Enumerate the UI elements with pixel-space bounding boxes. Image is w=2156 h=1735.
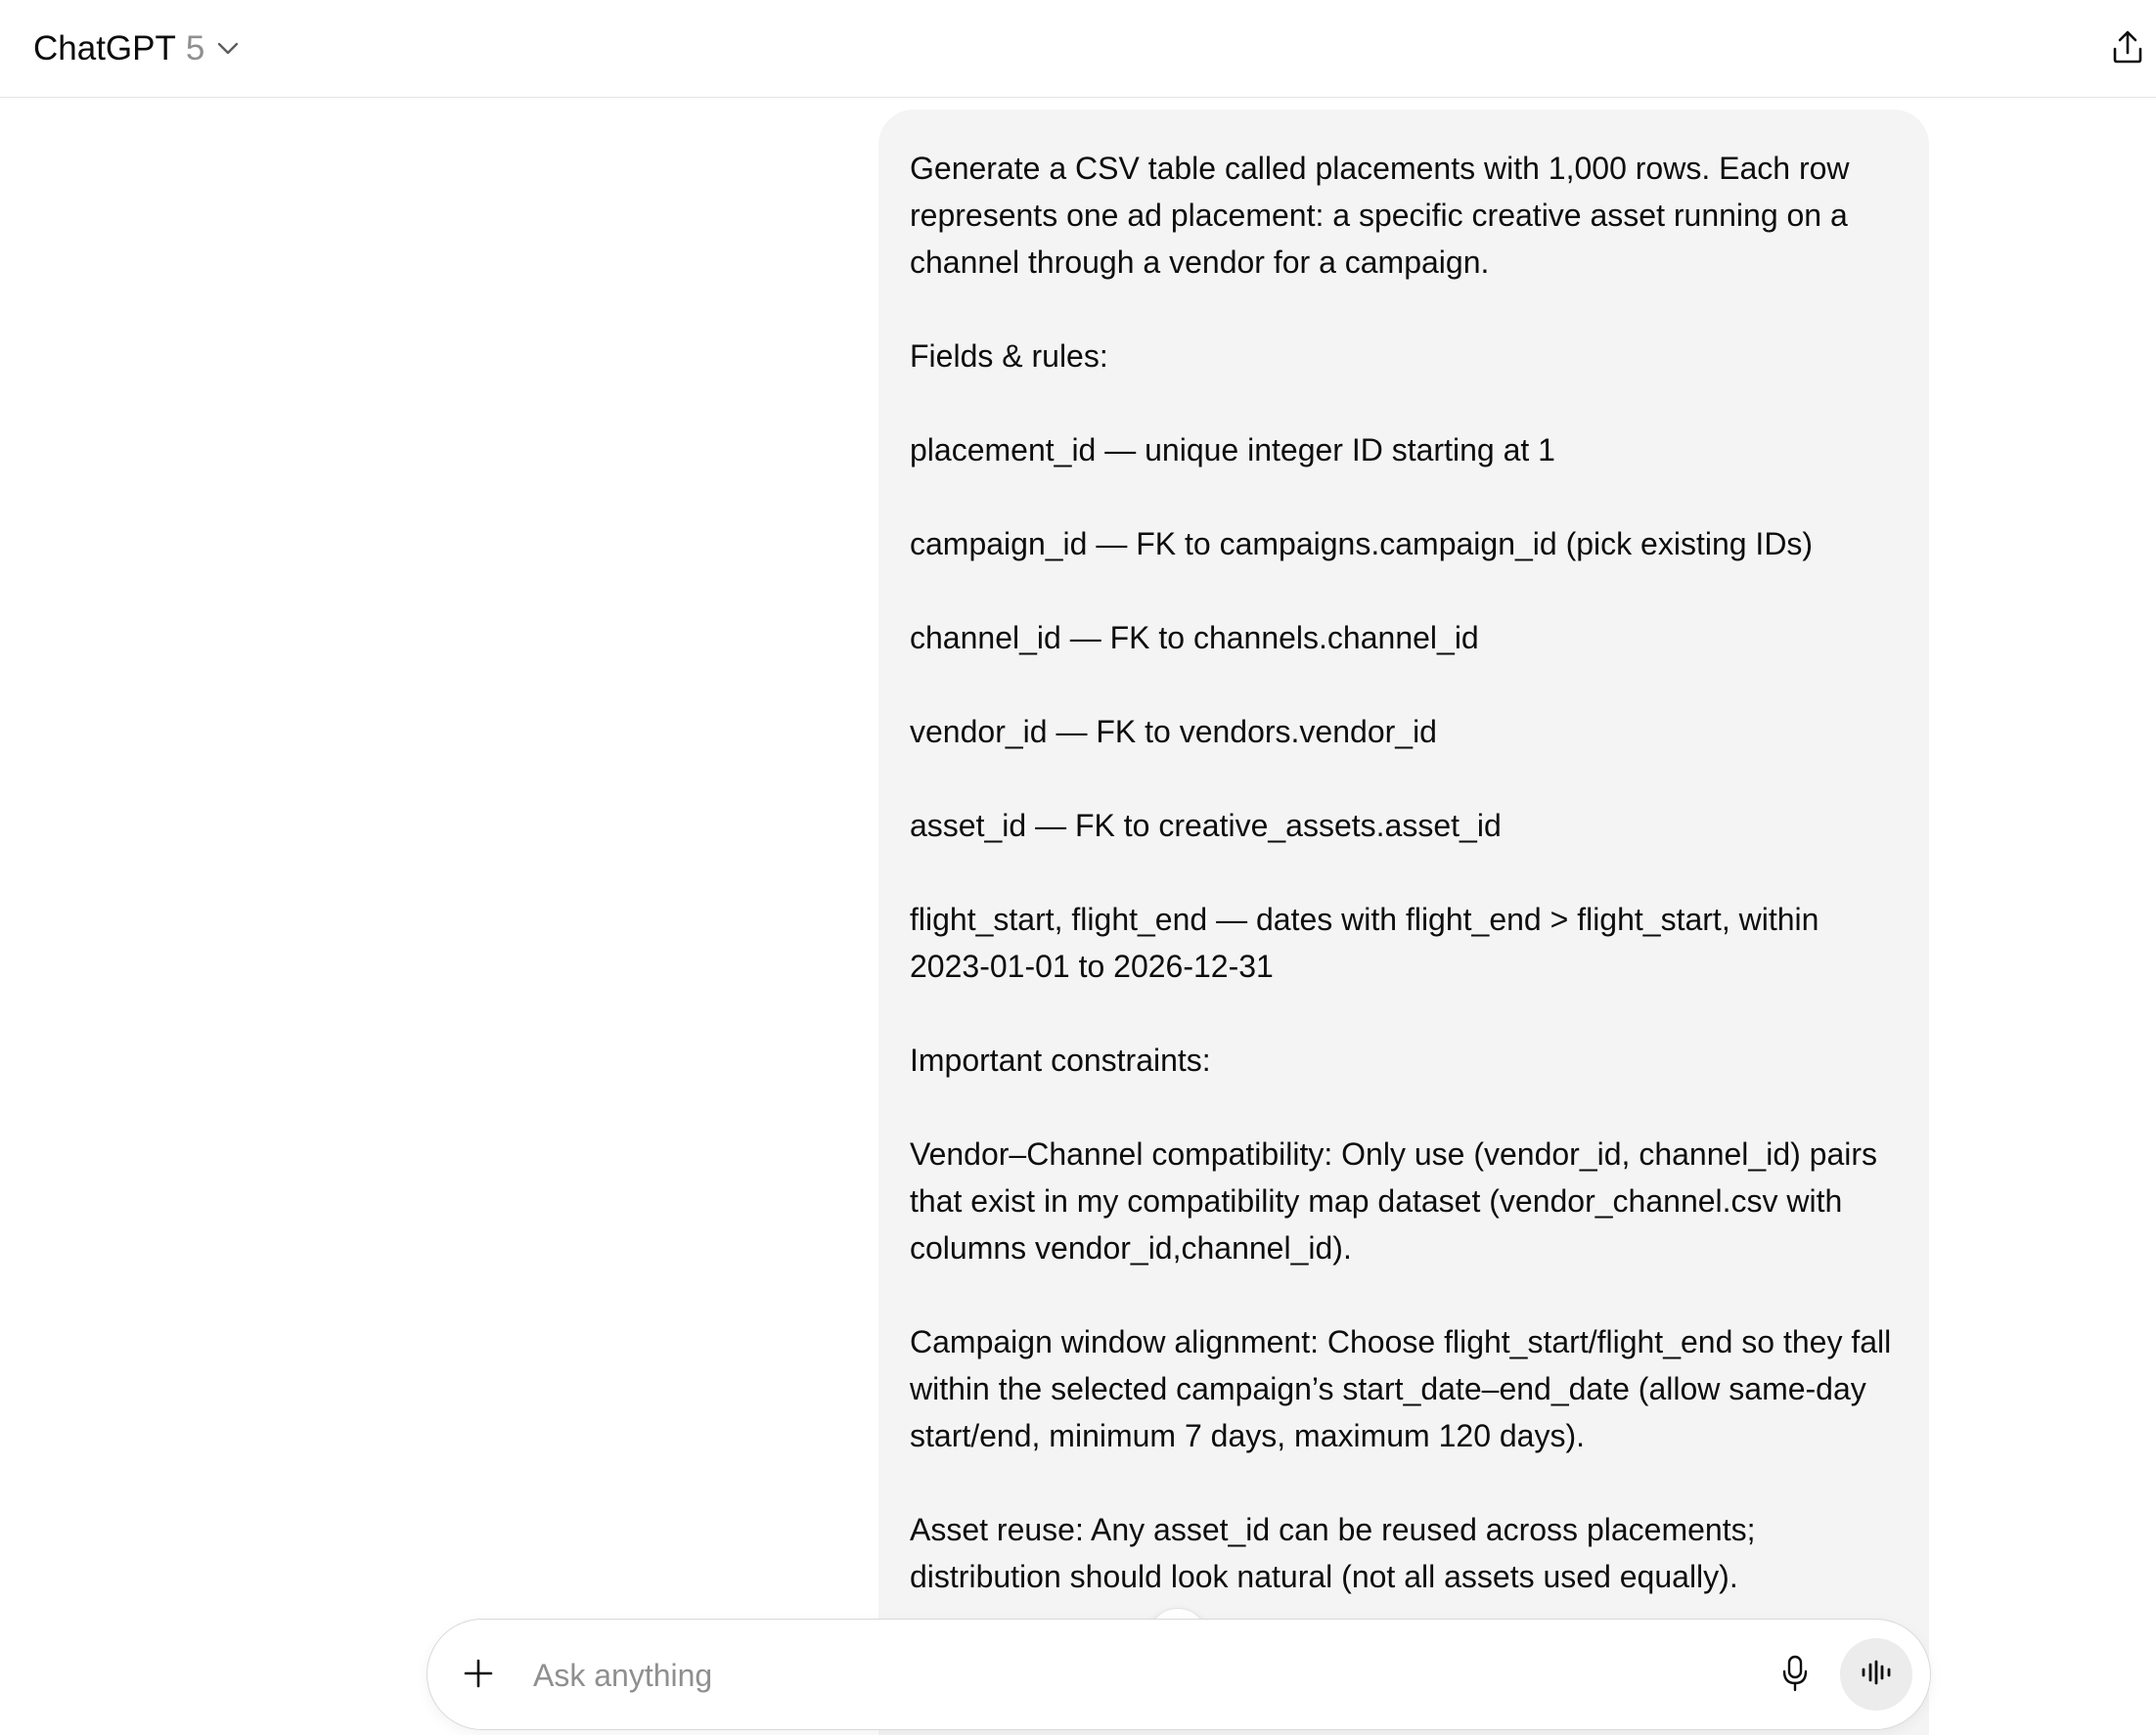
- conversation-thread: Generate a CSV table called placements w…: [0, 98, 2156, 1735]
- model-switcher-button[interactable]: ChatGPT 5: [22, 22, 253, 76]
- message-paragraph: placement_id — unique integer ID startin…: [910, 432, 1555, 467]
- plus-icon: [463, 1658, 494, 1694]
- user-message-bubble: Generate a CSV table called placements w…: [878, 110, 1929, 1735]
- message-paragraph: vendor_id — FK to vendors.vendor_id: [910, 714, 1437, 749]
- message-paragraph: asset_id — FK to creative_assets.asset_i…: [910, 808, 1502, 843]
- chevron-down-icon: [214, 35, 242, 63]
- composer: [427, 1619, 1931, 1730]
- microphone-icon: [1782, 1655, 1808, 1697]
- voice-waveform-icon: [1861, 1660, 1892, 1690]
- prompt-input[interactable]: [531, 1647, 1689, 1704]
- message-paragraph: Important constraints:: [910, 1043, 1211, 1078]
- message-paragraph: campaign_id — FK to campaigns.campaign_i…: [910, 526, 1814, 561]
- app-name: ChatGPT: [33, 29, 176, 67]
- message-paragraph: Vendor–Channel compatibility: Only use (…: [910, 1136, 1886, 1266]
- share-icon: [2111, 29, 2144, 69]
- message-paragraph: flight_start, flight_end — dates with fl…: [910, 902, 1828, 984]
- message-paragraph: Campaign window alignment: Choose flight…: [910, 1324, 1901, 1453]
- message-paragraph: Generate a CSV table called placements w…: [910, 151, 1859, 280]
- top-bar: ChatGPT 5: [0, 0, 2156, 98]
- message-paragraph: Asset reuse: Any asset_id can be reused …: [910, 1512, 1765, 1594]
- model-version: 5: [185, 29, 205, 67]
- dictate-button[interactable]: [1768, 1648, 1822, 1703]
- share-button[interactable]: [2099, 22, 2156, 76]
- attach-button[interactable]: [451, 1648, 506, 1703]
- message-paragraph: channel_id — FK to channels.channel_id: [910, 620, 1479, 655]
- voice-mode-button[interactable]: [1840, 1638, 1912, 1711]
- message-paragraph: Fields & rules:: [910, 338, 1108, 374]
